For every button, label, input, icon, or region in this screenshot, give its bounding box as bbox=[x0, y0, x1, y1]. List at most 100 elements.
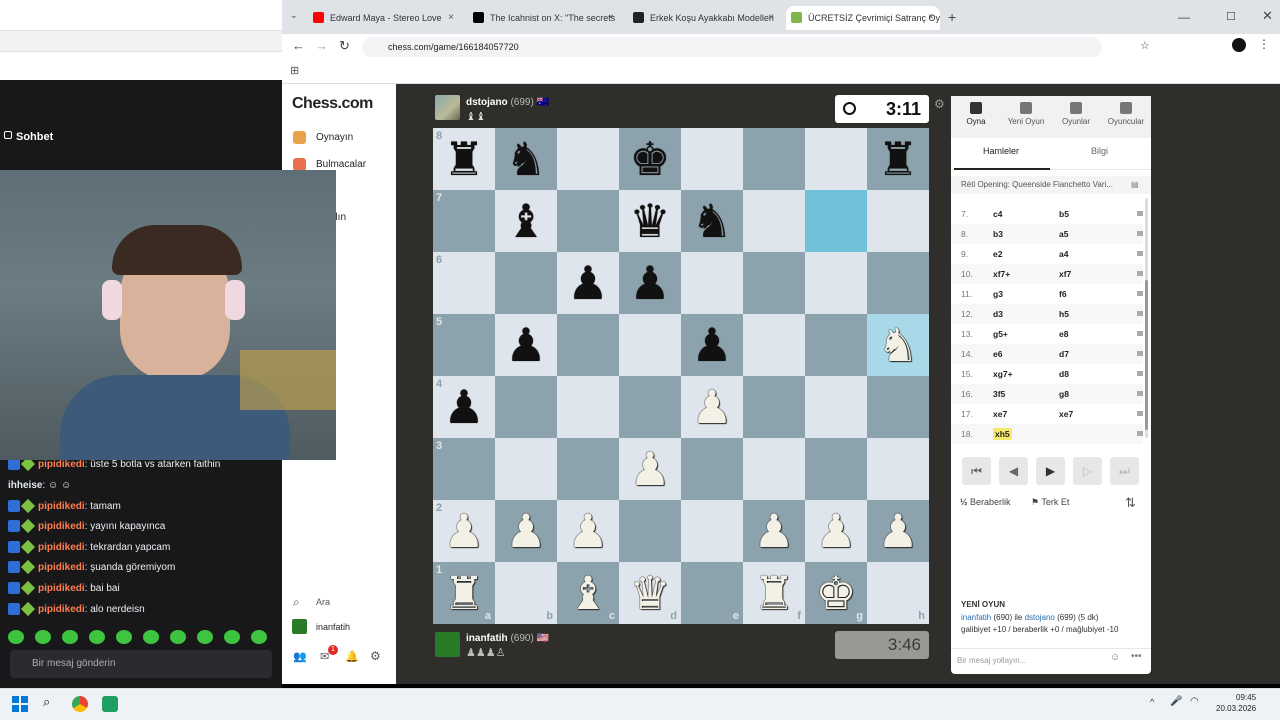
square-d7[interactable]: ♛ bbox=[619, 190, 681, 252]
close-icon[interactable]: × bbox=[448, 6, 454, 30]
close-icon[interactable]: × bbox=[928, 6, 934, 30]
white-move[interactable]: e2 bbox=[993, 244, 1002, 264]
emote-icon[interactable] bbox=[116, 630, 132, 644]
white-move[interactable]: g5+ bbox=[993, 324, 1008, 344]
square-e7[interactable]: ♞ bbox=[681, 190, 743, 252]
forward-move-button[interactable]: ▷ bbox=[1073, 457, 1102, 485]
chat-username[interactable]: pipidikedi bbox=[38, 604, 85, 615]
square-b1[interactable]: b bbox=[495, 562, 557, 624]
chat-username[interactable]: pipidikedi bbox=[38, 501, 85, 512]
black-move[interactable]: b5 bbox=[1059, 204, 1069, 224]
white-move[interactable]: xh5 bbox=[993, 424, 1012, 444]
white-knight-icon[interactable]: ♞ bbox=[877, 322, 918, 368]
white-move[interactable]: 3f5 bbox=[993, 384, 1005, 404]
subtab-moves[interactable]: Hamleler bbox=[983, 146, 1019, 156]
browser-tab[interactable]: Edward Maya - Stereo Love × bbox=[308, 6, 460, 30]
square-f7[interactable] bbox=[743, 190, 805, 252]
black-move[interactable]: f6 bbox=[1059, 284, 1067, 304]
square-d4[interactable] bbox=[619, 376, 681, 438]
browser-tab[interactable]: The Icahnist on X: "The secrets × bbox=[468, 6, 620, 30]
player-avatar[interactable] bbox=[435, 632, 460, 657]
menu-icon[interactable]: ⋮ bbox=[1258, 37, 1270, 51]
square-e2[interactable] bbox=[681, 500, 743, 562]
opponent-avatar[interactable] bbox=[435, 95, 460, 120]
white-pawn-icon[interactable]: ♟ bbox=[567, 508, 608, 554]
emoji-icon[interactable]: ☺ bbox=[1110, 652, 1120, 663]
square-c2[interactable]: ♟ bbox=[557, 500, 619, 562]
tab-games[interactable]: Oyunlar bbox=[1051, 100, 1101, 126]
square-a5[interactable]: 5 bbox=[433, 314, 495, 376]
square-g4[interactable] bbox=[805, 376, 867, 438]
tab-play[interactable]: Oyna bbox=[951, 100, 1001, 126]
square-a7[interactable]: 7 bbox=[433, 190, 495, 252]
friends-icon[interactable]: 👥 bbox=[293, 650, 307, 663]
emote-icon[interactable] bbox=[170, 630, 186, 644]
square-e5[interactable]: ♟ bbox=[681, 314, 743, 376]
black-move[interactable]: e8 bbox=[1059, 324, 1068, 344]
tab-search-icon[interactable]: ⌄ bbox=[290, 10, 298, 21]
black-move[interactable]: xe7 bbox=[1059, 404, 1073, 424]
white-move[interactable]: xe7 bbox=[993, 404, 1007, 424]
white-move[interactable]: g3 bbox=[993, 284, 1003, 304]
black-move[interactable]: d7 bbox=[1059, 344, 1069, 364]
black-pawn-icon[interactable]: ♟ bbox=[443, 384, 484, 430]
white-pawn-icon[interactable]: ♟ bbox=[505, 508, 546, 554]
book-icon[interactable]: ▤ bbox=[1131, 180, 1139, 189]
black-pawn-icon[interactable]: ♟ bbox=[691, 322, 732, 368]
square-d8[interactable]: ♚ bbox=[619, 128, 681, 190]
square-c8[interactable] bbox=[557, 128, 619, 190]
chat-input[interactable]: Bir mesaj gönderin bbox=[10, 650, 272, 678]
square-g1[interactable]: g ♚ bbox=[805, 562, 867, 624]
black-king-icon[interactable]: ♚ bbox=[629, 136, 670, 182]
more-icon[interactable]: ••• bbox=[1131, 651, 1142, 662]
square-h2[interactable]: ♟ bbox=[867, 500, 929, 562]
square-f3[interactable] bbox=[743, 438, 805, 500]
square-c3[interactable] bbox=[557, 438, 619, 500]
browser-tab[interactable]: Erkek Koşu Ayakkabı Modelleri × bbox=[628, 6, 780, 30]
square-f8[interactable] bbox=[743, 128, 805, 190]
square-h5[interactable]: ♞ bbox=[867, 314, 929, 376]
square-d2[interactable] bbox=[619, 500, 681, 562]
draw-button[interactable]: ½ Beraberlik bbox=[960, 497, 1011, 507]
black-move[interactable]: d8 bbox=[1059, 364, 1069, 384]
square-d6[interactable]: ♟ bbox=[619, 252, 681, 314]
square-g6[interactable] bbox=[805, 252, 867, 314]
white-rook-icon[interactable]: ♜ bbox=[443, 570, 484, 616]
close-icon[interactable]: × bbox=[608, 6, 614, 30]
square-f4[interactable] bbox=[743, 376, 805, 438]
opponent-name[interactable]: dstojano bbox=[466, 97, 508, 108]
square-e3[interactable] bbox=[681, 438, 743, 500]
player-name[interactable]: inanfatih bbox=[466, 633, 508, 644]
square-f1[interactable]: f ♜ bbox=[743, 562, 805, 624]
white-rook-icon[interactable]: ♜ bbox=[753, 570, 794, 616]
black-move[interactable]: g8 bbox=[1059, 384, 1069, 404]
square-b7[interactable]: ♝ bbox=[495, 190, 557, 252]
square-g7[interactable] bbox=[805, 190, 867, 252]
black-pawn-icon[interactable]: ♟ bbox=[505, 322, 546, 368]
square-c7[interactable] bbox=[557, 190, 619, 252]
square-h1[interactable]: h bbox=[867, 562, 929, 624]
square-a1[interactable]: 1 a ♜ bbox=[433, 562, 495, 624]
bookmark-star-icon[interactable]: ☆ bbox=[1140, 39, 1150, 52]
chat-username[interactable]: ihheise bbox=[8, 480, 42, 491]
windows-start-icon[interactable] bbox=[12, 696, 28, 712]
square-b3[interactable] bbox=[495, 438, 557, 500]
white-move[interactable]: xf7+ bbox=[993, 264, 1010, 284]
square-a8[interactable]: 8 ♜ bbox=[433, 128, 495, 190]
game-message-input[interactable]: Bir mesaj yollayın... bbox=[951, 648, 1151, 672]
black-pawn-icon[interactable]: ♟ bbox=[629, 260, 670, 306]
flip-board-icon[interactable]: ⇅ bbox=[1125, 495, 1136, 511]
black-move[interactable]: xf7 bbox=[1059, 264, 1071, 284]
tab-players[interactable]: Oyuncular bbox=[1101, 100, 1151, 126]
white-pawn-icon[interactable]: ♟ bbox=[691, 384, 732, 430]
nav-user[interactable]: inanfatih bbox=[316, 622, 350, 632]
user-avatar[interactable] bbox=[292, 619, 307, 634]
close-icon[interactable]: × bbox=[768, 6, 774, 30]
last-move-button[interactable]: ⏭ bbox=[1110, 457, 1139, 485]
white-pawn-icon[interactable]: ♟ bbox=[629, 446, 670, 492]
apps-grid-icon[interactable]: ⊞ bbox=[290, 64, 299, 77]
maximize-icon[interactable]: ☐ bbox=[1226, 10, 1236, 23]
prev-move-button[interactable]: ◀ bbox=[999, 457, 1028, 485]
square-d1[interactable]: d ♛ bbox=[619, 562, 681, 624]
reload-icon[interactable]: ↻ bbox=[339, 38, 350, 54]
